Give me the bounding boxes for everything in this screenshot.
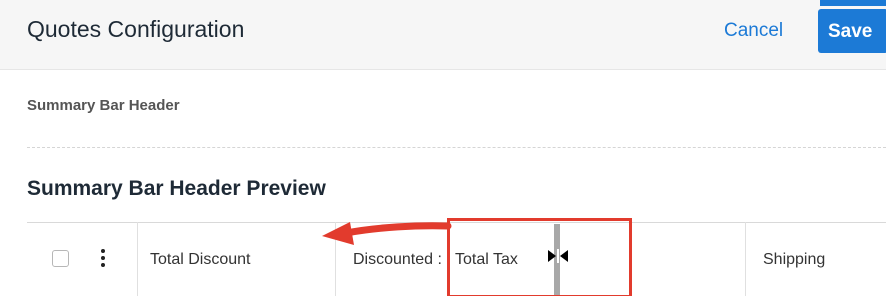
- cancel-button[interactable]: Cancel: [724, 20, 783, 42]
- preview-title: Summary Bar Header Preview: [27, 177, 326, 200]
- left-arrow-annotation-icon: [322, 222, 452, 245]
- save-button[interactable]: Save: [818, 9, 886, 53]
- section-divider: [27, 147, 886, 148]
- column-header-discounted[interactable]: Discounted :: [353, 251, 453, 269]
- top-crop-strip: [820, 0, 886, 6]
- column-divider: [745, 222, 746, 296]
- column-header-total-discount[interactable]: Total Discount: [150, 251, 251, 269]
- kebab-menu-icon[interactable]: [101, 249, 105, 267]
- column-divider: [137, 222, 138, 296]
- select-all-checkbox[interactable]: [52, 250, 69, 267]
- annotation-highlight-box: [447, 218, 632, 296]
- summary-bar-header-label: Summary Bar Header: [27, 97, 180, 114]
- column-header-shipping[interactable]: Shipping: [763, 251, 825, 269]
- page-title: Quotes Configuration: [27, 16, 245, 42]
